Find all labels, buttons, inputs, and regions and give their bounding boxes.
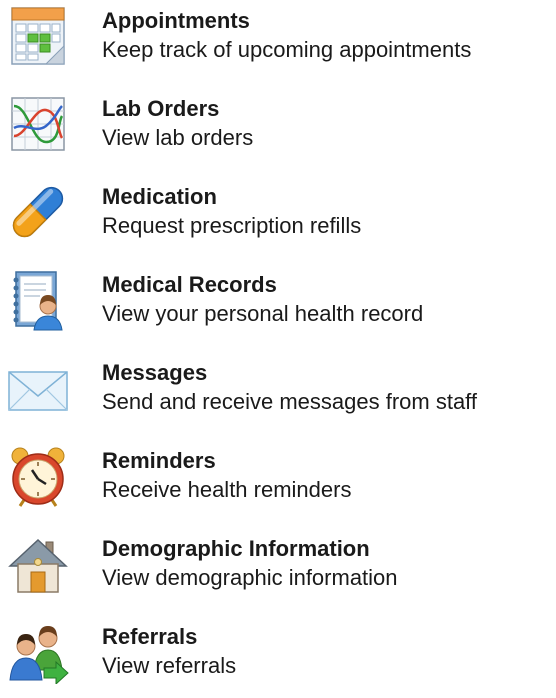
menu-item-messages[interactable]: Messages Send and receive messages from … <box>0 354 556 434</box>
menu-item-title: Referrals <box>102 624 198 649</box>
menu-item-description: Send and receive messages from staff <box>102 389 478 414</box>
menu-item-title: Reminders <box>102 448 216 473</box>
alarm-clock-icon <box>6 444 70 508</box>
menu-item-appointments[interactable]: Appointments Keep track of upcoming appo… <box>0 2 556 82</box>
menu-item-referrals[interactable]: Referrals View referrals <box>0 618 556 698</box>
envelope-icon <box>6 356 70 420</box>
menu-item-title: Messages <box>102 360 208 385</box>
menu-item-description: View demographic information <box>102 565 398 590</box>
menu-item-medication[interactable]: Medication Request prescription refills <box>0 178 556 258</box>
menu-item-lab-orders[interactable]: Lab Orders View lab orders <box>0 90 556 170</box>
medical-record-icon <box>6 268 70 332</box>
menu-item-title: Medication <box>102 184 217 209</box>
menu-item-description: Request prescription refills <box>102 213 362 238</box>
users-arrow-icon <box>6 620 70 684</box>
calendar-icon <box>6 4 70 68</box>
menu-item-demographic-information[interactable]: Demographic Information View demographic… <box>0 530 556 610</box>
menu-item-description: View your personal health record <box>102 301 424 326</box>
house-icon <box>6 532 70 596</box>
menu-item-title: Appointments <box>102 8 250 33</box>
menu-item-description: Receive health reminders <box>102 477 352 502</box>
menu-item-description: Keep track of upcoming appointments <box>102 37 472 62</box>
menu-item-title: Demographic Information <box>102 536 370 561</box>
pill-icon <box>6 180 70 244</box>
menu-item-description: View lab orders <box>102 125 254 150</box>
chart-icon <box>6 92 70 156</box>
menu-item-reminders[interactable]: Reminders Receive health reminders <box>0 442 556 522</box>
menu-item-title: Medical Records <box>102 272 277 297</box>
patient-portal-menu: Appointments Keep track of upcoming appo… <box>0 0 556 696</box>
menu-item-medical-records[interactable]: Medical Records View your personal healt… <box>0 266 556 346</box>
menu-item-title: Lab Orders <box>102 96 220 121</box>
menu-item-description: View referrals <box>102 653 237 678</box>
